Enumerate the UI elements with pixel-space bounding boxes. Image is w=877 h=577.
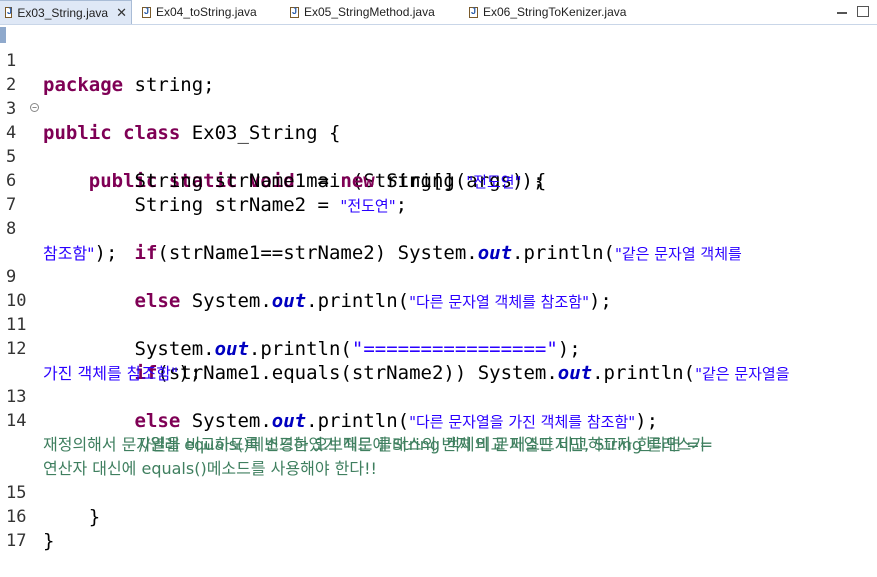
keyword: public (43, 122, 112, 144)
tab-label: Ex04_toString.java (156, 5, 257, 19)
close-icon[interactable]: ✕ (116, 5, 127, 21)
code-line-5[interactable]: String strName1 = new String("전도연"); (43, 169, 545, 194)
code-text: .println( (306, 290, 410, 312)
code-line-3[interactable]: public class Ex03_String { (43, 121, 340, 145)
code-line-16[interactable]: } (43, 529, 54, 553)
string-literal: "같은 문자열 객체를 (614, 245, 742, 263)
code-text: System. (180, 410, 272, 432)
tab-ex05-stringmethod[interactable]: Ex05_StringMethod.java (285, 0, 455, 24)
code-text: .println( (592, 362, 696, 384)
code-text: .println( (248, 338, 352, 360)
string-literal: "전도연" (466, 173, 522, 191)
code-line-1[interactable]: package string; (43, 73, 215, 97)
code-line-12-wrap[interactable]: 가진 객체를 참조함"); (43, 361, 201, 386)
code-text: Ex03_String { (180, 122, 341, 144)
code-line-8-wrap[interactable]: 참조함"); (43, 241, 117, 266)
maximize-icon[interactable] (857, 6, 869, 17)
code-text: ; (395, 194, 408, 216)
string-literal: "================" (351, 338, 558, 360)
code-text: ); (178, 362, 202, 384)
string-literal: 참조함" (43, 244, 95, 263)
code-text: System. (180, 290, 272, 312)
keyword: else (134, 290, 181, 312)
field-out: out (271, 410, 307, 432)
code-text: ); (521, 170, 545, 192)
fold-collapse-icon[interactable]: − (30, 103, 39, 112)
code-line-6[interactable]: String strName2 = "전도연"; (43, 193, 408, 218)
keyword: package (43, 74, 124, 96)
string-literal: "다른 문자열 객체를 참조함" (409, 293, 589, 311)
keyword: class (123, 122, 181, 144)
minimize-icon[interactable] (837, 6, 847, 14)
code-text: .println( (306, 410, 410, 432)
string-literal: "같은 문자열을 (695, 365, 790, 383)
editor-tab-bar: Ex03_String.java ✕ Ex04_toString.java Ex… (0, 0, 877, 25)
code-text: ); (588, 290, 612, 312)
string-literal: "다른 문자열을 가진 객체를 참조함" (409, 413, 636, 431)
code-editor[interactable]: 1 package string; 2 3 public class Ex03_… (0, 25, 877, 552)
code-line-13[interactable]: else System.out.println("다른 문자열을 가진 객체를 … (43, 409, 659, 434)
code-text: System. (43, 338, 215, 360)
comment-line[interactable]: 재정의해서 문자열을 비교하도록 변경하였기 때문에 String 객체의 문자… (43, 433, 713, 457)
code-text: (strName1==strName2) System. (157, 242, 478, 264)
tab-ex03-string[interactable]: Ex03_String.java ✕ (0, 0, 132, 24)
code-text: String strName1 = (43, 170, 341, 192)
comment-line[interactable]: 연산자 대신에 equals()메소드를 사용해야 한다!! (43, 457, 377, 481)
field-out: out (214, 338, 249, 360)
java-file-icon (469, 6, 478, 18)
code-text: ); (94, 242, 118, 264)
code-text: ); (557, 338, 581, 360)
field-out: out (271, 290, 307, 312)
keyword: if (134, 242, 158, 264)
code-line-11[interactable]: System.out.println("================"); (43, 337, 581, 361)
window-controls (837, 3, 869, 17)
code-text: String( (374, 170, 467, 192)
java-file-icon (142, 6, 151, 18)
keyword: else (134, 410, 181, 432)
keyword: new (340, 170, 375, 192)
java-file-icon (5, 6, 12, 18)
line-number: 17 (6, 531, 27, 551)
code-text: .println( (512, 242, 615, 264)
code-line-9[interactable]: else System.out.println("다른 문자열 객체를 참조함"… (43, 289, 612, 314)
field-out: out (477, 242, 513, 264)
code-line-8[interactable]: if(strName1==strName2) System.out.printl… (43, 241, 742, 266)
tab-label: Ex05_StringMethod.java (304, 5, 435, 19)
code-text: String strName2 = (43, 194, 341, 216)
string-literal: "전도연" (340, 197, 396, 215)
code-line-15[interactable]: } (43, 505, 100, 529)
tab-label: Ex03_String.java (17, 5, 109, 20)
tab-ex06-stringtokenizer[interactable]: Ex06_StringToKenizer.java (464, 0, 654, 24)
tab-ex04-tostring[interactable]: Ex04_toString.java (137, 0, 277, 24)
string-literal: 가진 객체를 참조함" (43, 364, 179, 383)
field-out: out (557, 362, 593, 384)
tab-label: Ex06_StringToKenizer.java (483, 5, 627, 19)
code-text: (strName1.equals(strName2)) System. (157, 362, 558, 384)
code-text: string; (123, 74, 215, 96)
code-text: ); (635, 410, 659, 432)
java-file-icon (290, 6, 299, 18)
